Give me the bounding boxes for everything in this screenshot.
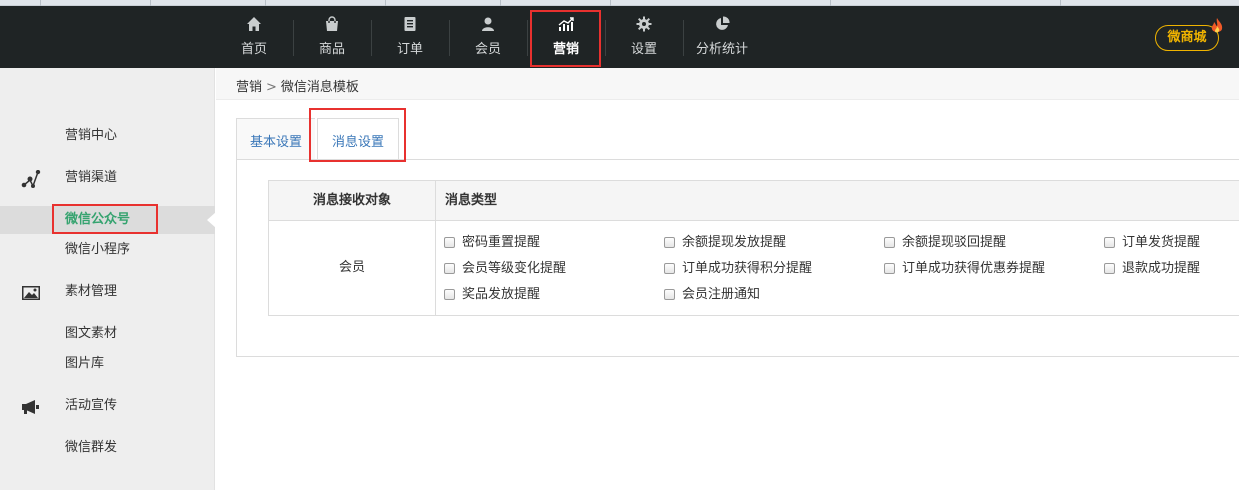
nav-goods[interactable]: 商品: [293, 6, 371, 68]
checkbox-label: 订单发货提醒: [1122, 235, 1201, 250]
sidebar-item-label: 活动宣传: [65, 398, 118, 413]
tab-basic-settings[interactable]: 基本设置: [236, 118, 315, 160]
flame-icon: [1210, 17, 1224, 39]
nav-orders[interactable]: 订单: [371, 6, 449, 68]
sidebar: 营销中心 营销渠道 微信公众号 微信小程序 素材管理 图文素材 图片库 活动宣传…: [0, 68, 216, 490]
checkbox-box[interactable]: [444, 289, 455, 300]
checkbox-label: 余额提现驳回提醒: [902, 235, 1007, 250]
header-message-type: 消息类型: [445, 193, 498, 208]
sidebar-item-label: 营销渠道: [65, 170, 118, 185]
checkbox-label: 会员等级变化提醒: [462, 261, 567, 276]
nodes-icon: [21, 169, 43, 199]
sidebar-item-image-library[interactable]: 图片库: [0, 350, 215, 378]
checkbox-label: 订单成功获得优惠券提醒: [902, 261, 1046, 276]
home-icon: [215, 16, 293, 32]
checkbox-box[interactable]: [1104, 237, 1115, 248]
nav-home[interactable]: 首页: [215, 6, 293, 68]
nav-home-label: 首页: [240, 42, 267, 57]
order-icon: [371, 16, 449, 32]
recipient-cell: 会员: [338, 260, 365, 275]
checkbox-box[interactable]: [444, 263, 455, 274]
sidebar-item-label: 图文素材: [65, 326, 118, 341]
sidebar-item-campaign-promotion[interactable]: 活动宣传: [0, 392, 215, 420]
checkbox-label: 余额提现发放提醒: [682, 235, 787, 250]
sidebar-item-marketing-center[interactable]: 营销中心: [0, 122, 215, 150]
checkbox-box[interactable]: [884, 237, 895, 248]
megaphone-icon: [21, 398, 41, 426]
nav-orders-label: 订单: [396, 42, 423, 57]
checkbox-box[interactable]: [1104, 263, 1115, 274]
sidebar-item-label: 素材管理: [65, 284, 118, 299]
nav-settings-label: 设置: [630, 42, 657, 57]
pie-icon: [683, 16, 761, 32]
sidebar-item-label: 图片库: [65, 356, 105, 371]
nav-members-label: 会员: [474, 42, 501, 57]
highlight-marketing-nav: [530, 10, 601, 67]
top-nav-bar: 首页 商品 订单 会员 营销 设置 分析统计 微商城: [0, 6, 1239, 68]
checkbox-box[interactable]: [664, 237, 675, 248]
checkbox-box[interactable]: [884, 263, 895, 274]
sidebar-item-marketing-channels[interactable]: 营销渠道: [0, 164, 215, 192]
sidebar-item-graphic-material[interactable]: 图文素材: [0, 320, 215, 348]
highlight-message-settings-tab: [309, 108, 406, 162]
checkbox-label: 奖品发放提醒: [462, 287, 541, 302]
sidebar-item-label: 微信小程序: [65, 242, 131, 257]
checkbox-label: 订单成功获得积分提醒: [682, 261, 813, 276]
image-icon: [21, 284, 41, 312]
breadcrumb: 营销 > 微信消息模板: [236, 76, 359, 95]
column-divider: [435, 181, 436, 315]
highlight-wechat-official-account: [52, 204, 158, 234]
nav-members[interactable]: 会员: [449, 6, 527, 68]
checkbox-label: 密码重置提醒: [462, 235, 541, 250]
breadcrumb-separator: >: [266, 80, 277, 95]
breadcrumb-current: 微信消息模板: [280, 80, 359, 95]
nav-goods-label: 商品: [318, 42, 345, 57]
table-header-row: 消息接收对象 消息类型: [269, 181, 1239, 221]
header-recipient: 消息接收对象: [312, 193, 391, 208]
sidebar-item-wechat-mass-message[interactable]: 微信群发: [0, 434, 215, 462]
bag-icon: [293, 16, 371, 32]
user-icon: [449, 16, 527, 32]
checkbox-box[interactable]: [664, 289, 675, 300]
nav-analytics[interactable]: 分析统计: [683, 6, 761, 68]
gear-icon: [605, 16, 683, 32]
checkbox-label: 会员注册通知: [682, 287, 761, 302]
nav-analytics-label: 分析统计: [695, 42, 748, 57]
sidebar-item-wechat-mini-program[interactable]: 微信小程序: [0, 236, 215, 264]
breadcrumb-bar: 营销 > 微信消息模板: [216, 68, 1239, 100]
sidebar-item-label: 营销中心: [65, 128, 118, 143]
sidebar-item-label: 微信群发: [65, 440, 118, 455]
breadcrumb-parent[interactable]: 营销: [236, 80, 262, 95]
active-pointer: [207, 212, 216, 228]
checkbox-box[interactable]: [664, 263, 675, 274]
nav-settings[interactable]: 设置: [605, 6, 683, 68]
checkbox-label: 退款成功提醒: [1122, 261, 1201, 276]
checkbox-box[interactable]: [444, 237, 455, 248]
sidebar-item-material-management[interactable]: 素材管理: [0, 278, 215, 306]
